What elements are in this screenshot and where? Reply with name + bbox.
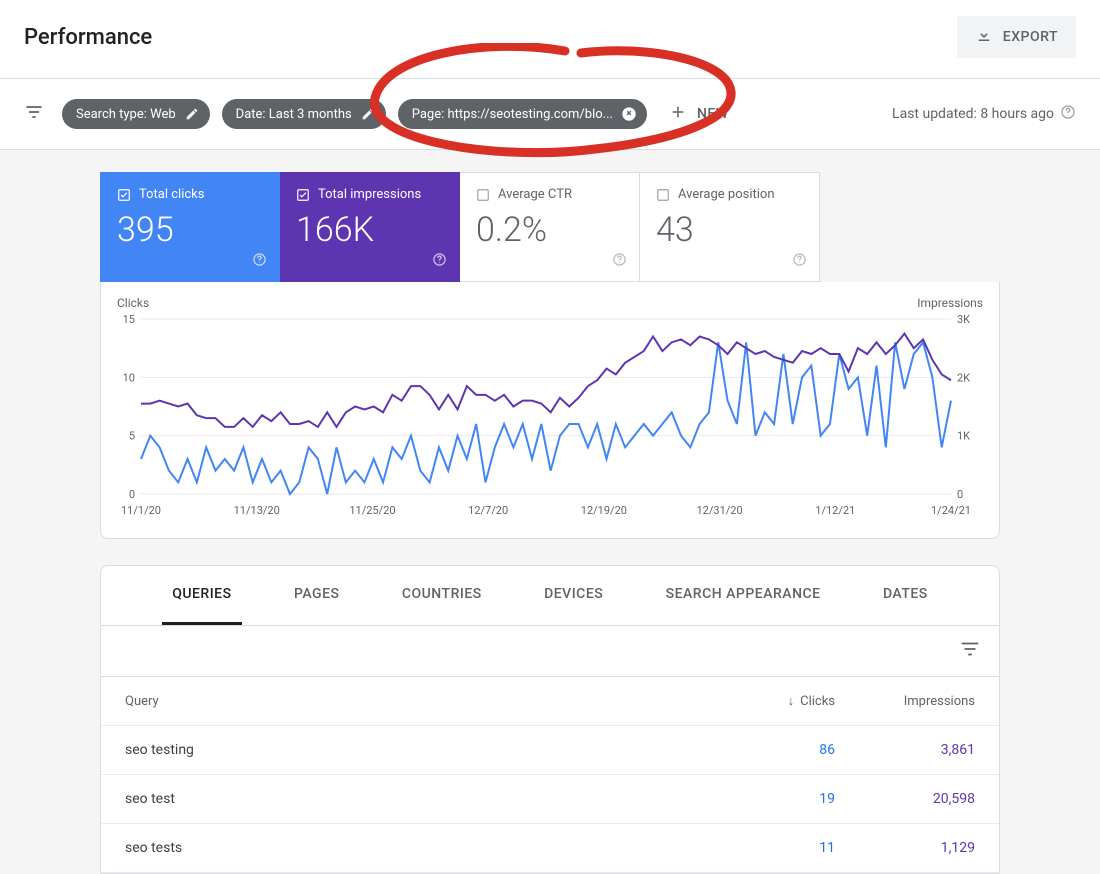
tab-search-appearance[interactable]: SEARCH APPEARANCE [656, 566, 831, 625]
queries-table: Query ↓Clicks Impressions seo testing863… [101, 677, 999, 873]
card-clicks-label: Total clicks [139, 187, 204, 202]
cell-query: seo test [101, 775, 719, 824]
chart-left-axis-label: Clicks [117, 296, 149, 310]
pencil-icon [360, 106, 376, 122]
card-ctr-label: Average CTR [498, 187, 572, 202]
svg-text:15: 15 [123, 314, 135, 326]
cell-impressions: 1,129 [859, 824, 999, 873]
svg-text:0: 0 [957, 488, 963, 501]
col-impressions[interactable]: Impressions [859, 677, 999, 726]
filter-icon[interactable] [24, 102, 44, 126]
table-row[interactable]: seo test1920,598 [101, 775, 999, 824]
table-header-row: Query ↓Clicks Impressions [101, 677, 999, 726]
svg-text:0: 0 [129, 488, 135, 501]
tabs-panel: QUERIES PAGES COUNTRIES DEVICES SEARCH A… [100, 565, 1000, 874]
tabs-row: QUERIES PAGES COUNTRIES DEVICES SEARCH A… [101, 566, 999, 626]
tab-countries[interactable]: COUNTRIES [392, 566, 492, 625]
svg-text:2K: 2K [957, 371, 970, 384]
svg-text:1K: 1K [957, 430, 970, 443]
chart-right-axis-label: Impressions [917, 296, 983, 310]
svg-text:1/12/21: 1/12/21 [815, 504, 855, 517]
chip-search-type[interactable]: Search type: Web [62, 99, 210, 129]
svg-text:12/19/20: 12/19/20 [581, 504, 627, 517]
last-updated-text: Last updated: 8 hours ago [892, 106, 1054, 122]
add-filter-button[interactable]: NEW [659, 97, 739, 131]
checkbox-checked-icon [296, 188, 310, 202]
download-icon [975, 26, 993, 48]
cell-impressions: 20,598 [859, 775, 999, 824]
card-position-value: 43 [656, 210, 803, 250]
page-title: Performance [24, 25, 152, 50]
cell-query: seo tests [101, 824, 719, 873]
filter-list-icon[interactable] [959, 638, 981, 664]
cell-impressions: 3,861 [859, 726, 999, 775]
help-icon[interactable] [612, 252, 627, 271]
tab-pages[interactable]: PAGES [284, 566, 350, 625]
svg-text:12/31/20: 12/31/20 [696, 504, 742, 517]
table-row[interactable]: seo testing863,861 [101, 726, 999, 775]
help-icon[interactable] [792, 252, 807, 271]
svg-text:1/24/21: 1/24/21 [931, 504, 971, 517]
table-toolbar [101, 626, 999, 677]
help-icon[interactable] [1060, 104, 1076, 124]
card-ctr-value: 0.2% [476, 210, 623, 250]
last-updated: Last updated: 8 hours ago [892, 104, 1076, 124]
page-header: Performance EXPORT [0, 0, 1100, 79]
tab-queries[interactable]: QUERIES [162, 566, 241, 625]
chip-date[interactable]: Date: Last 3 months [222, 99, 386, 129]
chip-label: Search type: Web [76, 107, 176, 122]
close-icon[interactable] [621, 106, 637, 122]
col-query[interactable]: Query [101, 677, 719, 726]
chip-label: Page: https://seotesting.com/blo... [412, 107, 613, 122]
card-position[interactable]: Average position 43 [640, 172, 820, 282]
content-area: Total clicks 395 Total impressions 166K [0, 150, 1100, 874]
cell-clicks: 86 [719, 726, 859, 775]
svg-text:5: 5 [129, 430, 135, 443]
svg-text:11/13/20: 11/13/20 [234, 504, 280, 517]
new-label: NEW [697, 106, 729, 122]
svg-text:10: 10 [123, 371, 135, 384]
chip-label: Date: Last 3 months [236, 107, 352, 122]
plus-icon [669, 103, 687, 125]
arrow-down-icon: ↓ [788, 694, 795, 709]
checkbox-unchecked-icon [656, 188, 670, 202]
help-icon[interactable] [252, 252, 267, 271]
col-clicks[interactable]: ↓Clicks [719, 677, 859, 726]
svg-text:11/1/20: 11/1/20 [121, 504, 161, 517]
card-impressions[interactable]: Total impressions 166K [280, 172, 460, 282]
pencil-icon [184, 106, 200, 122]
filter-bar: Search type: Web Date: Last 3 months Pag… [0, 79, 1100, 150]
cell-clicks: 19 [719, 775, 859, 824]
card-clicks[interactable]: Total clicks 395 [100, 172, 280, 282]
line-chart: 0 5 10 15 0 1K 2K 3K 11/1/20 11/13/20 11/25/20 12/7… [111, 314, 991, 524]
svg-text:11/25/20: 11/25/20 [349, 504, 395, 517]
metric-cards: Total clicks 395 Total impressions 166K [100, 172, 1000, 282]
cell-clicks: 11 [719, 824, 859, 873]
card-impressions-value: 166K [296, 210, 443, 250]
table-row[interactable]: seo tests111,129 [101, 824, 999, 873]
card-ctr[interactable]: Average CTR 0.2% [460, 172, 640, 282]
cell-query: seo testing [101, 726, 719, 775]
export-button[interactable]: EXPORT [957, 16, 1076, 58]
svg-text:3K: 3K [957, 314, 970, 326]
card-impressions-label: Total impressions [318, 187, 421, 202]
svg-text:12/7/20: 12/7/20 [468, 504, 508, 517]
chip-page[interactable]: Page: https://seotesting.com/blo... [398, 99, 647, 129]
export-label: EXPORT [1003, 29, 1058, 45]
card-position-label: Average position [678, 187, 775, 202]
tab-devices[interactable]: DEVICES [534, 566, 613, 625]
card-clicks-value: 395 [117, 210, 263, 250]
chart-panel: Clicks Impressions 0 5 10 15 0 1K 2K 3K 11/1/20 1… [100, 282, 1000, 539]
tab-dates[interactable]: DATES [873, 566, 938, 625]
help-icon[interactable] [432, 252, 447, 271]
checkbox-checked-icon [117, 188, 131, 202]
checkbox-unchecked-icon [476, 188, 490, 202]
